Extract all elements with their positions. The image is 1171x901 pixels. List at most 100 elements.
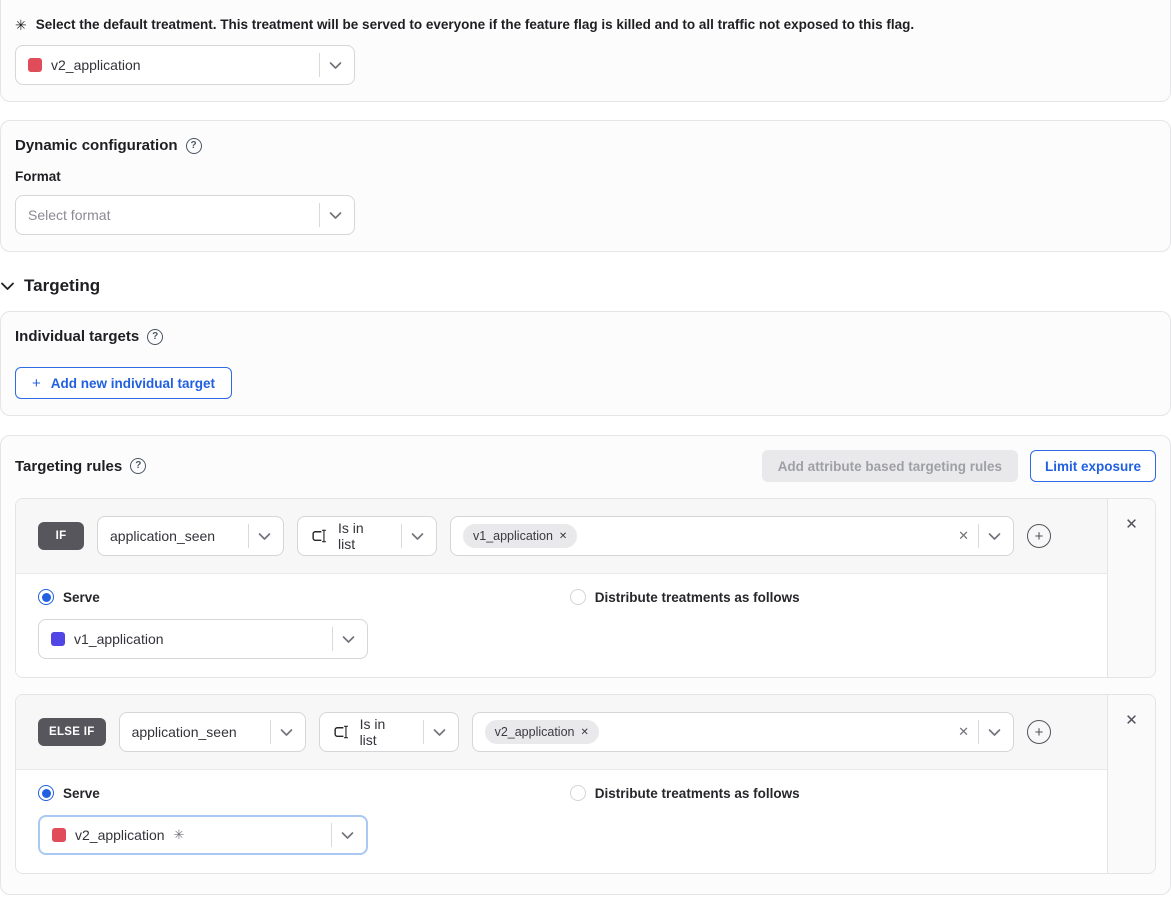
rule-2-side-column: ✕: [1107, 695, 1155, 873]
default-treatment-description-row: ✳ Select the default treatment. This tre…: [15, 16, 1156, 34]
limit-exposure-button[interactable]: Limit exposure: [1030, 450, 1156, 482]
targeting-rule-2: ELSE IF application_seen Is in list: [15, 694, 1156, 874]
treatment-color-swatch: [52, 828, 66, 842]
targeting-rules-header: Targeting rules ? Add attribute based ta…: [15, 450, 1156, 482]
serve-option-label: Serve: [63, 786, 100, 801]
chevron-down-icon: [988, 728, 1001, 737]
tag-remove-icon[interactable]: ✕: [559, 531, 567, 542]
value-tag-label: v2_application: [495, 725, 575, 739]
targeting-rule-1: IF application_seen Is in list: [15, 498, 1156, 678]
distribute-option-label: Distribute treatments as follows: [595, 590, 800, 605]
serve-radio-option[interactable]: Serve: [38, 785, 100, 801]
chevron-down-icon: [411, 532, 424, 541]
select-divider: [248, 524, 249, 548]
rule-1-attribute-select[interactable]: application_seen: [97, 516, 284, 556]
default-treatment-value: v2_application: [51, 57, 141, 73]
delete-rule-button[interactable]: ✕: [1125, 515, 1138, 533]
rule-2-matcher-select[interactable]: Is in list: [319, 712, 459, 752]
help-icon[interactable]: ?: [147, 329, 163, 345]
radio-unselected-icon[interactable]: [570, 785, 586, 801]
default-asterisk-icon: ✳: [15, 16, 27, 34]
rule-1-values-input[interactable]: v1_application ✕ ✕: [450, 516, 1014, 556]
rule-2-serve-treatment-select[interactable]: v2_application ✳: [38, 815, 368, 855]
targeting-section-header[interactable]: Targeting: [0, 276, 1171, 296]
rule-1-side-column: ✕: [1107, 499, 1155, 677]
dynamic-configuration-title: Dynamic configuration: [15, 137, 178, 154]
string-type-icon: [310, 528, 329, 544]
select-divider: [319, 203, 320, 227]
select-divider: [319, 53, 320, 77]
chevron-down-icon: [280, 728, 293, 737]
add-attribute-rules-button[interactable]: Add attribute based targeting rules: [762, 450, 1018, 482]
individual-targets-card: Individual targets ? + Add new individua…: [0, 311, 1171, 416]
distribute-radio-option[interactable]: Distribute treatments as follows: [570, 589, 800, 605]
tag-remove-icon[interactable]: ✕: [580, 727, 588, 738]
add-individual-target-label: Add new individual target: [51, 376, 215, 391]
select-divider: [331, 823, 332, 847]
format-select-placeholder: Select format: [28, 207, 110, 223]
individual-targets-title-row: Individual targets ?: [15, 328, 1156, 345]
rule-1-serve-options: Serve Distribute treatments as follows: [38, 589, 1085, 605]
rule-1-matcher-select[interactable]: Is in list: [297, 516, 437, 556]
rule-1-attribute-value: application_seen: [110, 528, 215, 544]
chevron-down-icon: [329, 211, 342, 220]
chevron-down-icon: [433, 728, 446, 737]
rule-2-attribute-value: application_seen: [132, 724, 237, 740]
select-divider: [332, 627, 333, 651]
chevron-down-icon[interactable]: [0, 281, 15, 291]
add-individual-target-button[interactable]: + Add new individual target: [15, 367, 232, 399]
treatment-color-swatch: [28, 58, 42, 72]
value-tag-label: v1_application: [473, 529, 553, 543]
add-condition-button[interactable]: +: [1027, 524, 1051, 548]
feature-flag-settings-page: ✳ Select the default treatment. This tre…: [0, 0, 1171, 901]
format-label: Format: [15, 169, 1156, 184]
targeting-rules-title-row: Targeting rules ?: [15, 458, 146, 475]
rule-2-serve-section: Serve Distribute treatments as follows v…: [16, 770, 1107, 873]
rule-2-condition-badge: ELSE IF: [38, 718, 106, 746]
select-divider: [401, 524, 402, 548]
default-treatment-indicator-icon: ✳: [174, 827, 185, 843]
targeting-section-title: Targeting: [24, 276, 100, 296]
delete-rule-button[interactable]: ✕: [1125, 711, 1138, 729]
rule-1-matcher-value: Is in list: [338, 520, 383, 552]
radio-selected-icon[interactable]: [38, 785, 54, 801]
individual-targets-title: Individual targets: [15, 328, 139, 345]
add-condition-button[interactable]: +: [1027, 720, 1051, 744]
rule-2-matcher-value: Is in list: [360, 716, 405, 748]
serve-option-label: Serve: [63, 590, 100, 605]
plus-icon: +: [32, 375, 41, 392]
treatment-color-swatch: [51, 632, 65, 646]
select-divider: [423, 720, 424, 744]
clear-values-icon[interactable]: ✕: [958, 724, 969, 740]
distribute-option-label: Distribute treatments as follows: [595, 786, 800, 801]
targeting-rules-card: Targeting rules ? Add attribute based ta…: [0, 435, 1171, 895]
dynamic-configuration-card: Dynamic configuration ? Format Select fo…: [0, 120, 1171, 252]
distribute-radio-option[interactable]: Distribute treatments as follows: [570, 785, 800, 801]
radio-unselected-icon[interactable]: [570, 589, 586, 605]
targeting-rules-title: Targeting rules: [15, 458, 122, 475]
rule-2-values-input[interactable]: v2_application ✕ ✕: [472, 712, 1014, 752]
chevron-down-icon: [329, 61, 342, 70]
rule-2-serve-treatment-value: v2_application: [75, 827, 165, 843]
help-icon[interactable]: ?: [130, 458, 146, 474]
rule-1-serve-treatment-select[interactable]: v1_application: [38, 619, 368, 659]
rule-1-condition-badge: IF: [38, 522, 84, 550]
rule-1-condition-row: IF application_seen Is in list: [16, 499, 1107, 574]
default-treatment-description: Select the default treatment. This treat…: [36, 16, 914, 34]
rule-2-serve-options: Serve Distribute treatments as follows: [38, 785, 1085, 801]
value-tag: v2_application ✕: [485, 720, 599, 744]
default-treatment-card: ✳ Select the default treatment. This tre…: [0, 0, 1171, 102]
help-icon[interactable]: ?: [186, 138, 202, 154]
select-divider: [978, 720, 979, 744]
value-tag: v1_application ✕: [463, 524, 577, 548]
chevron-down-icon: [988, 532, 1001, 541]
default-treatment-select[interactable]: v2_application: [15, 45, 355, 85]
clear-values-icon[interactable]: ✕: [958, 528, 969, 544]
select-divider: [270, 720, 271, 744]
chevron-down-icon: [342, 635, 355, 644]
dynamic-configuration-title-row: Dynamic configuration ?: [15, 137, 1156, 154]
rule-2-attribute-select[interactable]: application_seen: [119, 712, 306, 752]
format-select[interactable]: Select format: [15, 195, 355, 235]
serve-radio-option[interactable]: Serve: [38, 589, 100, 605]
radio-selected-icon[interactable]: [38, 589, 54, 605]
